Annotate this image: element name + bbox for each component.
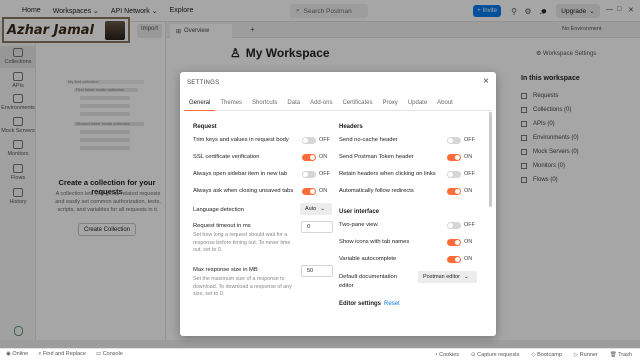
language-detection-value: Auto bbox=[305, 206, 317, 212]
doc-editor-value: Postman editor bbox=[423, 274, 460, 280]
tab-data[interactable]: Data bbox=[282, 99, 305, 111]
timeout-label: Request timeout in ms bbox=[193, 223, 251, 229]
retain-headers-state: OFF bbox=[464, 171, 475, 177]
two-pane-toggle[interactable] bbox=[447, 222, 461, 229]
ssl-state: ON bbox=[319, 154, 328, 160]
timeout-description: Set how long a request should wait for a… bbox=[193, 232, 291, 253]
editor-settings-heading: Editor settings Reset bbox=[339, 301, 400, 307]
runner-label: Runner bbox=[579, 351, 598, 358]
trash[interactable]: 🗑 Trash bbox=[610, 352, 632, 358]
follow-redirects-toggle[interactable] bbox=[447, 188, 461, 195]
tab-proxy[interactable]: Proxy bbox=[377, 99, 402, 111]
close-icon[interactable]: × bbox=[483, 76, 489, 87]
ssl-toggle[interactable] bbox=[302, 154, 316, 161]
tab-icons-toggle[interactable] bbox=[447, 239, 461, 246]
request-heading: Request bbox=[193, 124, 217, 130]
settings-modal: SETTINGS × General Themes Shortcuts Data… bbox=[180, 72, 496, 336]
tab-general[interactable]: General bbox=[184, 99, 216, 111]
no-cache-toggle[interactable] bbox=[447, 137, 461, 144]
retain-headers-label: Retain headers when clicking on links bbox=[339, 171, 436, 177]
unsaved-tabs-toggle[interactable] bbox=[302, 188, 316, 195]
tab-icons-state: ON bbox=[464, 239, 473, 245]
follow-redirects-state: ON bbox=[464, 188, 473, 194]
editor-settings-label: Editor settings bbox=[339, 301, 382, 307]
capture-requests[interactable]: ⊙ Capture requests bbox=[471, 352, 519, 358]
two-pane-state: OFF bbox=[464, 222, 475, 228]
headers-heading: Headers bbox=[339, 124, 363, 130]
bootcamp[interactable]: ◇ Bootcamp bbox=[531, 352, 562, 358]
open-sidebar-label: Always open sidebar item in new tab bbox=[193, 171, 288, 177]
unsaved-tabs-state: ON bbox=[319, 188, 328, 194]
retain-headers-toggle[interactable] bbox=[447, 171, 461, 178]
cookies-label: Cookies bbox=[439, 351, 460, 358]
modal-scrollbar[interactable] bbox=[489, 112, 492, 207]
token-header-state: ON bbox=[464, 154, 473, 160]
open-sidebar-state: OFF bbox=[319, 171, 330, 177]
token-header-label: Send Postman Token header bbox=[339, 154, 414, 160]
token-header-toggle[interactable] bbox=[447, 154, 461, 161]
cookies[interactable]: ◔ Cookies bbox=[434, 352, 459, 358]
settings-tabs: General Themes Shortcuts Data Add-ons Ce… bbox=[184, 99, 492, 111]
find-replace[interactable]: ⌕ Find and Replace bbox=[38, 351, 86, 358]
tab-certificates[interactable]: Certificates bbox=[337, 99, 377, 111]
two-pane-label: Two-pane view bbox=[339, 222, 378, 228]
capture-requests-label: Capture requests bbox=[477, 351, 520, 358]
chevron-down-icon: ⌄ bbox=[464, 274, 469, 280]
modal-title: SETTINGS bbox=[187, 80, 220, 86]
reset-link[interactable]: Reset bbox=[384, 301, 400, 307]
trim-keys-state: OFF bbox=[319, 137, 330, 143]
language-detection-label: Language detection bbox=[193, 207, 244, 213]
max-size-input[interactable]: 50 bbox=[301, 265, 333, 277]
status-online[interactable]: ◉ Online bbox=[6, 351, 28, 358]
trash-label: Trash bbox=[618, 351, 632, 358]
tab-add-ons[interactable]: Add-ons bbox=[305, 99, 337, 111]
tab-icons-label: Show icons with tab names bbox=[339, 239, 410, 245]
tab-shortcuts[interactable]: Shortcuts bbox=[247, 99, 282, 111]
user-interface-heading: User interface bbox=[339, 209, 380, 215]
timeout-input[interactable]: 0 bbox=[301, 221, 333, 233]
autocomplete-state: ON bbox=[464, 256, 473, 262]
find-replace-label: Find and Replace bbox=[42, 351, 86, 357]
follow-redirects-label: Automatically follow redirects bbox=[339, 188, 414, 194]
tab-themes[interactable]: Themes bbox=[215, 99, 247, 111]
language-detection-select[interactable]: Auto ⌄ bbox=[300, 203, 332, 215]
autocomplete-toggle[interactable] bbox=[447, 256, 461, 263]
runner[interactable]: ▷ Runner bbox=[574, 352, 598, 358]
chevron-down-icon: ⌄ bbox=[320, 206, 325, 212]
no-cache-label: Send no-cache header bbox=[339, 137, 398, 143]
console[interactable]: ▭ Console bbox=[96, 351, 123, 358]
ssl-label: SSL certificate verification bbox=[193, 154, 260, 160]
bootcamp-label: Bootcamp bbox=[537, 351, 562, 358]
tab-update[interactable]: Update bbox=[403, 99, 432, 111]
autocomplete-label: Variable autocomplete bbox=[339, 256, 397, 262]
trim-keys-toggle[interactable] bbox=[302, 137, 316, 144]
unsaved-tabs-label: Always ask when closing unsaved tabs bbox=[193, 188, 294, 194]
open-sidebar-toggle[interactable] bbox=[302, 171, 316, 178]
no-cache-state: OFF bbox=[464, 137, 475, 143]
doc-editor-label: Default documentation editor bbox=[339, 274, 398, 289]
doc-editor-select[interactable]: Postman editor ⌄ bbox=[418, 271, 477, 283]
tab-about[interactable]: About bbox=[432, 99, 458, 111]
trim-keys-label: Trim keys and values in request body bbox=[193, 137, 289, 143]
console-label: Console bbox=[102, 351, 123, 357]
status-bar: ◉ Online ⌕ Find and Replace ▭ Console ◔ … bbox=[0, 348, 640, 360]
max-size-label: Max response size in MB bbox=[193, 267, 258, 273]
max-size-description: Set the maximum size of a response to do… bbox=[193, 276, 292, 297]
status-online-label: Online bbox=[12, 351, 29, 357]
